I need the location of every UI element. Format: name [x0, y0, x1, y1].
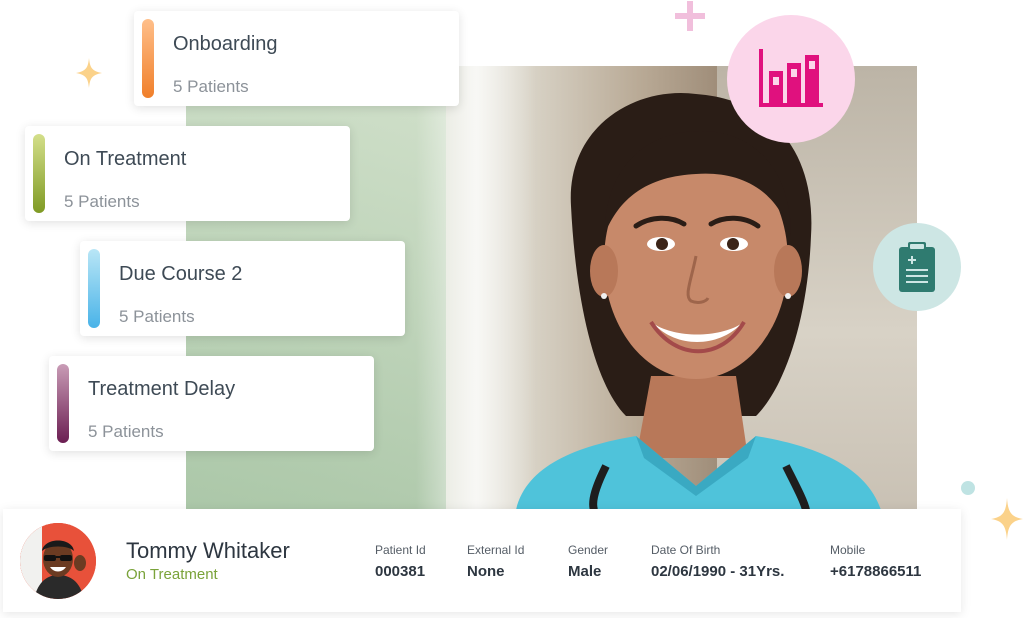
field-value: Male: [568, 563, 602, 580]
field-label: External Id: [467, 543, 525, 557]
avatar: [20, 523, 96, 599]
field-value: 02/06/1990 - 31Yrs.: [651, 563, 785, 580]
field-date-of-birth: Date Of Birth 02/06/1990 - 31Yrs.: [651, 543, 784, 580]
status-card-title: Onboarding: [173, 33, 278, 55]
field-value: +6178866511: [830, 563, 922, 580]
decorative-dot: [961, 481, 975, 495]
status-card-title: Due Course 2: [119, 263, 243, 285]
analytics-badge: [727, 15, 855, 143]
clipboard-badge: [873, 223, 961, 311]
status-card-title: Treatment Delay: [88, 378, 236, 400]
patient-status: On Treatment: [126, 566, 218, 583]
field-label: Mobile: [830, 543, 866, 557]
patient-name: Tommy Whitaker: [126, 538, 290, 563]
sparkle-icon: [76, 58, 102, 88]
field-external-id: External Id None: [467, 543, 524, 580]
status-card-onboarding[interactable]: Onboarding 5 Patients: [134, 11, 459, 106]
field-patient-id: Patient Id 000381: [375, 543, 426, 580]
field-gender: Gender Male: [568, 543, 608, 580]
field-mobile: Mobile +6178866511: [830, 543, 921, 580]
status-card-count: 5 Patients: [64, 192, 140, 211]
field-value: 000381: [375, 563, 426, 580]
status-color-bar: [88, 249, 100, 328]
status-card-title: On Treatment: [64, 148, 187, 170]
plus-icon: [675, 1, 705, 31]
status-card-on-treatment[interactable]: On Treatment 5 Patients: [25, 126, 350, 221]
status-card-count: 5 Patients: [119, 307, 195, 326]
field-label: Gender: [568, 543, 609, 557]
status-card-count: 5 Patients: [173, 77, 249, 96]
patient-summary-bar[interactable]: Tommy Whitaker On Treatment Patient Id 0…: [3, 509, 961, 612]
clipboard-icon: [899, 242, 935, 292]
field-label: Patient Id: [375, 543, 426, 557]
status-color-bar: [33, 134, 45, 213]
status-color-bar: [57, 364, 69, 443]
status-card-count: 5 Patients: [88, 422, 164, 441]
status-card-due-course-2[interactable]: Due Course 2 5 Patients: [80, 241, 405, 336]
status-card-treatment-delay[interactable]: Treatment Delay 5 Patients: [49, 356, 374, 451]
field-value: None: [467, 563, 505, 580]
field-label: Date Of Birth: [651, 543, 721, 557]
status-color-bar: [142, 19, 154, 98]
nurse-illustration: [516, 92, 881, 510]
sparkle-icon: [991, 498, 1023, 540]
bar-chart-icon: [759, 49, 823, 107]
